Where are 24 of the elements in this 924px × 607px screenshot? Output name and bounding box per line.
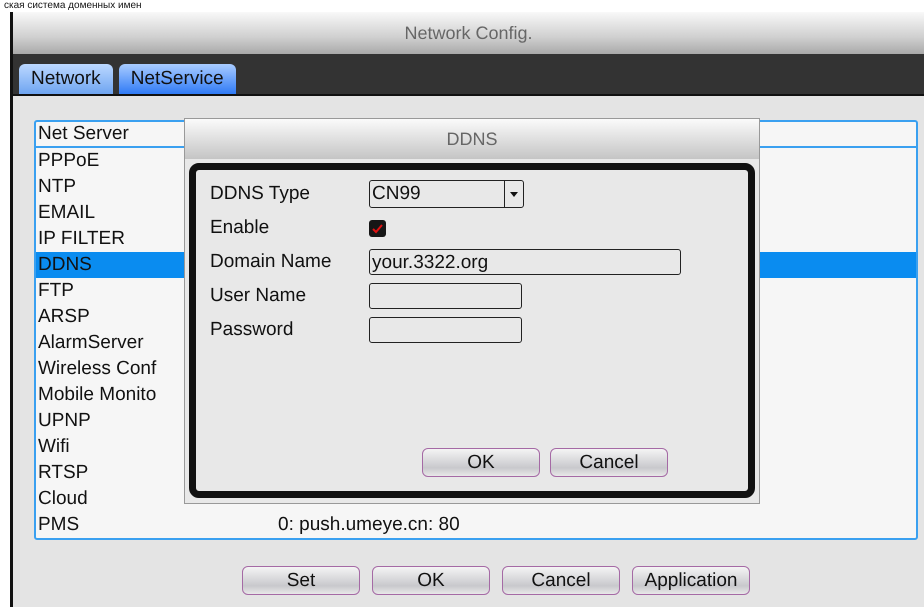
field-label: User Name	[210, 285, 308, 307]
dialog-button[interactable]: OK	[372, 566, 490, 595]
input-field[interactable]: your.3322.org	[369, 249, 681, 275]
caret-icon	[510, 192, 518, 196]
window-title: Network Config.	[13, 12, 924, 54]
dialog-button[interactable]: Set	[242, 566, 360, 595]
field-label: Password	[210, 319, 294, 341]
dialog-button[interactable]: Application	[632, 566, 750, 595]
enable-checkbox[interactable]	[369, 220, 386, 236]
dialog-button[interactable]: Cancel	[502, 566, 620, 595]
list-row[interactable]: PMS 0: push.umeye.cn: 80	[36, 512, 916, 538]
type-dropdown[interactable]: CN99	[369, 180, 524, 208]
field-label: Domain Name	[210, 251, 332, 273]
caption-text: ская система доменных имен	[3, 0, 143, 12]
tab[interactable]: NetService	[118, 64, 236, 94]
tab[interactable]: Network	[19, 64, 113, 94]
input-field[interactable]	[369, 283, 522, 309]
dialog-title: DDNS	[185, 119, 759, 159]
field-label: Enable	[210, 217, 270, 239]
dialog-button[interactable]: Cancel	[550, 448, 668, 477]
dialog-button[interactable]: OK	[422, 448, 540, 477]
field-label: DDNS Type	[210, 183, 311, 205]
column-header: Net Server	[37, 122, 130, 146]
input-field[interactable]	[369, 317, 522, 343]
